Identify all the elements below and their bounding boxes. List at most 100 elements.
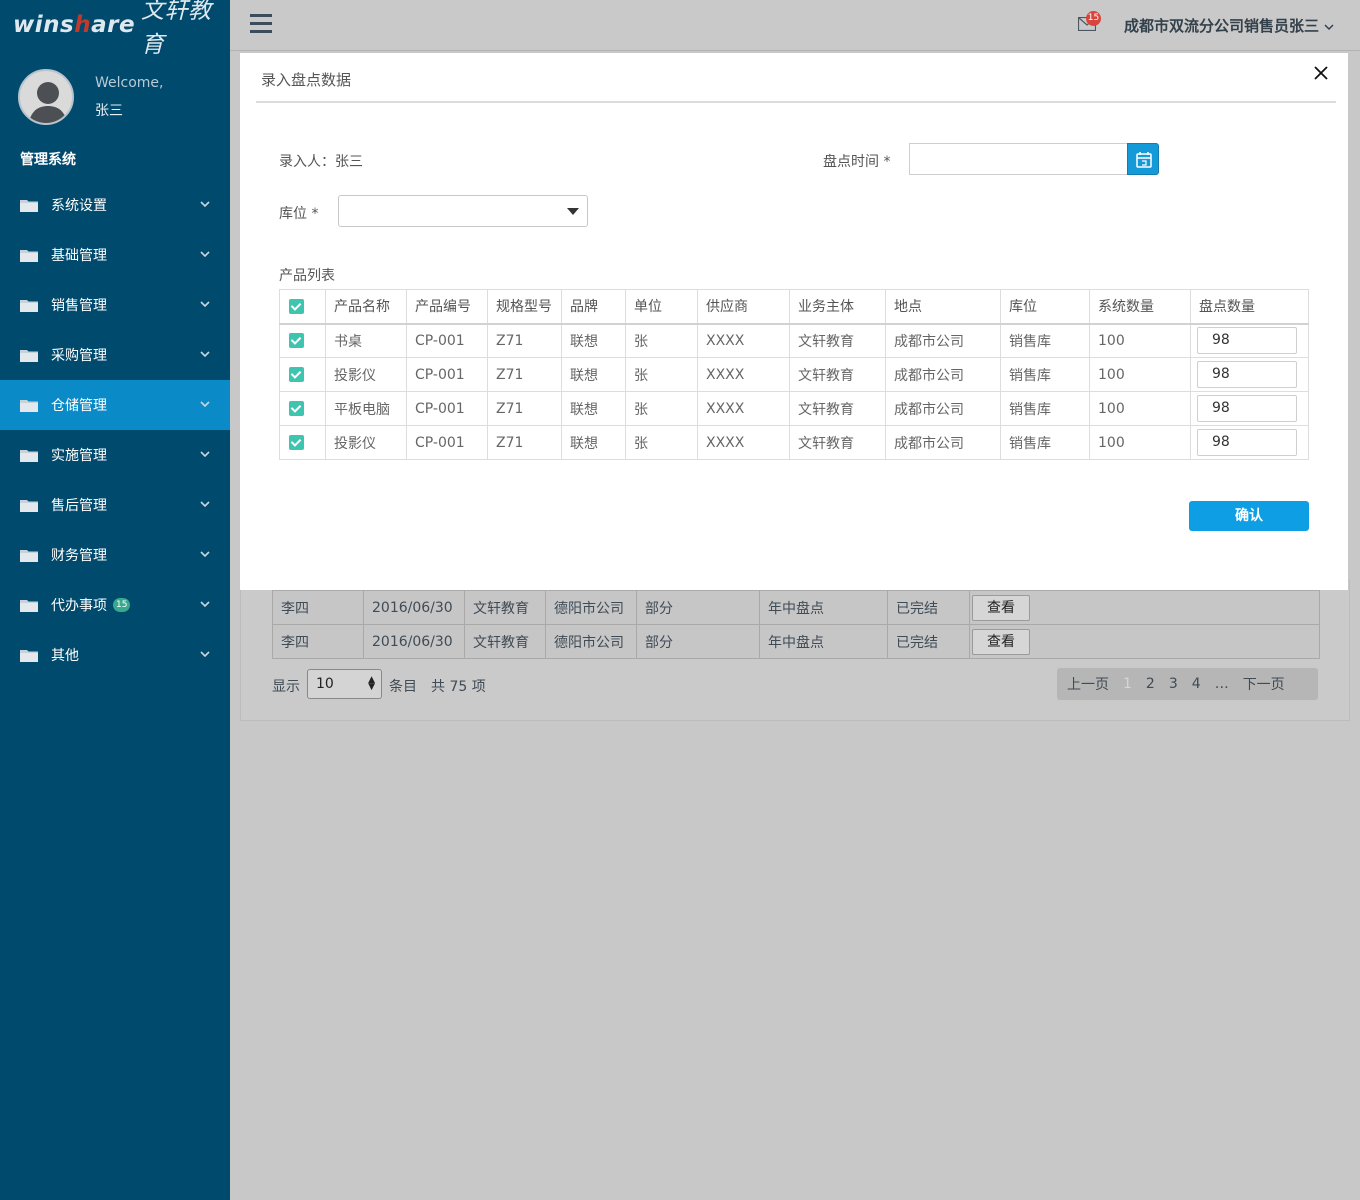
column-header[interactable]: 规格型号	[487, 289, 562, 325]
table-cell: 文轩教育	[789, 357, 886, 392]
column-header[interactable]: 地点	[885, 289, 1001, 325]
sidebar-item-label: 采购管理	[51, 348, 107, 364]
column-header[interactable]: 供应商	[697, 289, 790, 325]
table-row: 平板电脑 CP-001 Z71 联想张 XXXX 文轩教育 成都市公司 销售库 100 98	[279, 391, 1309, 426]
table-cell: Z71	[487, 391, 562, 426]
brand-logo[interactable]: winshare 文轩教育	[0, 0, 230, 58]
column-header[interactable]: 产品编号	[406, 289, 488, 325]
sidebar: winshare 文轩教育 Welcome, 张三 管理系统 系统设置基础管理销…	[0, 0, 230, 1200]
confirm-button[interactable]: 确认	[1189, 501, 1309, 531]
table-cell: 部分	[636, 590, 760, 625]
sidebar-item-0[interactable]: 系统设置	[0, 180, 230, 230]
avatar[interactable]	[18, 69, 74, 125]
close-icon[interactable]	[1313, 65, 1329, 81]
count-input[interactable]: 98	[1197, 361, 1297, 388]
column-header[interactable]: 单位	[625, 289, 698, 325]
sidebar-section-title: 管理系统	[20, 152, 76, 168]
column-header[interactable]: 业务主体	[789, 289, 886, 325]
table-cell: Z71	[487, 357, 562, 392]
chevron-down-icon	[200, 551, 210, 558]
page-size-select[interactable]: 10 ▲ ▼	[307, 669, 382, 699]
view-button[interactable]: 查看	[972, 594, 1030, 621]
column-header[interactable]: 系统数量	[1089, 289, 1191, 325]
table-cell: 李四	[272, 624, 364, 659]
calendar-button[interactable]	[1127, 143, 1159, 175]
checkbox-checked-icon	[289, 435, 304, 450]
select-all-checkbox[interactable]	[279, 289, 326, 325]
row-checkbox[interactable]	[279, 357, 326, 392]
sidebar-item-1[interactable]: 基础管理	[0, 230, 230, 280]
table-cell: 成都市公司	[885, 425, 1001, 460]
action-cell: 查看	[969, 590, 1320, 625]
stepper-arrows-icon: ▲ ▼	[368, 675, 375, 692]
table-cell: XXXX	[697, 323, 790, 358]
sidebar-item-3[interactable]: 采购管理	[0, 330, 230, 380]
sidebar-item-5[interactable]: 实施管理	[0, 430, 230, 480]
sidebar-item-9[interactable]: 其他	[0, 630, 230, 680]
folder-icon	[20, 249, 38, 262]
mail-count-badge: 15	[1086, 11, 1101, 26]
caret-down-icon	[567, 208, 579, 215]
table-cell: CP-001	[406, 323, 488, 358]
count-input[interactable]: 98	[1197, 395, 1297, 422]
table-cell: 100	[1089, 391, 1191, 426]
sidebar-item-6[interactable]: 售后管理	[0, 480, 230, 530]
table-cell: XXXX	[697, 391, 790, 426]
chevron-down-icon	[200, 601, 210, 608]
table-cell: 销售库	[1000, 323, 1090, 358]
page-link[interactable]: 2	[1139, 676, 1162, 692]
location-select[interactable]	[338, 195, 588, 227]
sidebar-nav: 系统设置基础管理 销售管理采购管理仓储管理实施管理售后管理 财务管理 代办事项 15 其他	[0, 180, 230, 680]
table-cell: Z71	[487, 425, 562, 460]
page-link[interactable]: 4	[1185, 676, 1208, 692]
count-input[interactable]: 98	[1197, 429, 1297, 456]
column-header[interactable]: 品牌	[561, 289, 626, 325]
product-list-label: 产品列表	[279, 268, 335, 284]
location-label: 库位 *	[279, 206, 319, 222]
chevron-down-icon	[200, 351, 210, 358]
welcome-text: Welcome,	[95, 75, 164, 91]
table-cell: 销售库	[1000, 391, 1090, 426]
page-link[interactable]: …	[1208, 676, 1236, 692]
checkbox-checked-icon	[289, 333, 304, 349]
show-label: 显示	[272, 679, 300, 695]
next-page-button[interactable]: 下一页	[1236, 674, 1292, 694]
table-cell: XXXX	[697, 425, 790, 460]
user-menu[interactable]: 成都市双流分公司销售员张三	[1124, 15, 1334, 36]
sidebar-item-4[interactable]: 仓储管理	[0, 380, 230, 430]
sidebar-item-label: 实施管理	[51, 448, 107, 464]
sidebar-user-name: 张三	[95, 103, 123, 119]
total-count: 共 75 项	[431, 679, 486, 695]
table-cell: 德阳市公司	[545, 590, 637, 625]
view-button[interactable]: 查看	[972, 628, 1030, 655]
sidebar-item-label: 系统设置	[51, 198, 107, 214]
page-link[interactable]: 1	[1116, 676, 1139, 692]
column-header[interactable]: 产品名称	[325, 289, 407, 325]
table-header-row: 产品名称 产品编号 规格型号 品牌 单位 供应商 业务主体 地点 库位 系统数量 盘点数量	[279, 289, 1309, 325]
date-input[interactable]	[909, 143, 1128, 175]
recorder-label: 录入人：	[279, 154, 335, 170]
menu-toggle-icon[interactable]	[250, 14, 272, 36]
column-header[interactable]: 盘点数量	[1190, 289, 1309, 325]
table-cell: 平板电脑	[325, 391, 407, 426]
column-header[interactable]: 库位	[1000, 289, 1090, 325]
page-link[interactable]: 3	[1162, 676, 1185, 692]
prev-page-button[interactable]: 上一页	[1057, 674, 1116, 694]
table-cell: 张	[625, 357, 698, 392]
sidebar-item-8[interactable]: 代办事项 15	[0, 580, 230, 630]
sidebar-item-7[interactable]: 财务管理	[0, 530, 230, 580]
table-cell: 文轩教育	[789, 323, 886, 358]
folder-icon	[20, 199, 38, 212]
calendar-icon	[1136, 152, 1152, 168]
user-profile: Welcome, 张三	[0, 50, 230, 140]
table-cell: 联想	[561, 323, 626, 358]
row-checkbox[interactable]	[279, 323, 326, 358]
table-cell: 德阳市公司	[545, 624, 637, 659]
date-label: 盘点时间 *	[823, 154, 891, 170]
count-input[interactable]: 98	[1197, 327, 1297, 355]
sidebar-item-2[interactable]: 销售管理	[0, 280, 230, 330]
table-cell: Z71	[487, 323, 562, 358]
row-checkbox[interactable]	[279, 425, 326, 460]
user-menu-label: 成都市双流分公司销售员张三	[1124, 17, 1320, 35]
row-checkbox[interactable]	[279, 391, 326, 426]
